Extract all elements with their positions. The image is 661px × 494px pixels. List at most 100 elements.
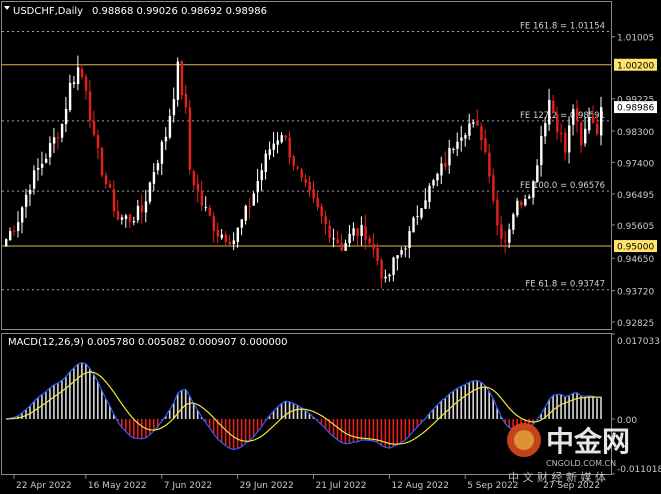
coin-logo-inner-icon (514, 430, 534, 450)
candle-body (436, 173, 439, 181)
candle-body (36, 167, 40, 170)
candle-body (416, 216, 419, 218)
candle-body (60, 124, 64, 138)
candle-body (512, 214, 515, 230)
watermark-logo-text: 中金网 (546, 425, 630, 458)
candle-body (440, 163, 443, 176)
candle-body (40, 163, 44, 168)
candle-body (176, 61, 180, 100)
price-tick-label: 0.98300 (617, 128, 654, 138)
candle-body (496, 199, 499, 226)
candle-body (220, 234, 224, 238)
candle-body (560, 132, 563, 134)
candle-body (300, 169, 303, 178)
candle-body (308, 181, 311, 191)
candle-body (192, 171, 196, 186)
price-tick-label: 0.97400 (617, 159, 654, 169)
candle-body (96, 135, 100, 149)
candle-body (256, 181, 259, 193)
macd-tick-label: -0.011018 (617, 465, 661, 475)
candle-body (548, 99, 551, 125)
candle-body (5, 239, 8, 247)
candle-body (456, 141, 459, 149)
price-tick-label: 0.95605 (617, 222, 654, 232)
candle-body (552, 100, 555, 114)
candle-body (128, 214, 132, 222)
candle-body (460, 137, 463, 141)
time-tick-label: 21 Jul 2022 (315, 481, 366, 491)
candle-body (564, 132, 567, 153)
macd-header-label: MACD(12,26,9) 0.005780 0.005082 0.000907… (8, 337, 288, 348)
candle-body (244, 205, 247, 221)
candle-body (140, 205, 144, 213)
candle-body (504, 240, 507, 242)
candle-body (44, 158, 48, 163)
time-tick-label: 29 Jun 2022 (240, 481, 294, 491)
candle-body (132, 220, 136, 223)
candle-body (56, 137, 60, 139)
candle-body (520, 202, 523, 206)
candle-body (500, 224, 503, 239)
candle-body (472, 122, 475, 124)
candle-body (200, 191, 204, 206)
candle-body (392, 257, 395, 276)
candle-body (72, 82, 76, 85)
candle-body (184, 93, 188, 108)
candle-body (348, 233, 351, 244)
candle-body (600, 107, 603, 136)
candle-body (52, 137, 56, 144)
candle-body (344, 243, 347, 251)
candle-body (28, 189, 32, 195)
candle-body (288, 137, 291, 158)
candle-body (364, 226, 367, 240)
candle-body (528, 196, 531, 199)
candle-body (120, 217, 124, 220)
candle-body (508, 229, 511, 243)
horizontal-level-tag-label: 1.00200 (617, 61, 654, 71)
candle-body (452, 148, 455, 150)
candle-body (64, 108, 68, 125)
candle-body (124, 215, 128, 219)
candle-body (332, 238, 335, 240)
candle-body (160, 141, 164, 164)
candle-body (8, 231, 12, 241)
fib-level-label: FE 161.8 = 1.01154 (520, 21, 605, 31)
candle-body (400, 250, 403, 255)
candle-body (152, 171, 156, 184)
candle-body (292, 156, 295, 166)
candle-body (432, 180, 435, 186)
candle-body (224, 234, 228, 243)
candle-body (444, 162, 447, 167)
candle-body (168, 115, 172, 138)
price-tick-label: 0.93720 (617, 288, 654, 298)
candle-body (276, 140, 279, 145)
time-tick-label: 16 May 2022 (88, 481, 147, 491)
candle-body (588, 117, 591, 131)
watermark-site: CNGOLD.COM.CN (546, 459, 616, 468)
candle-body (100, 147, 104, 176)
candle-body (480, 126, 483, 141)
candle-body (204, 207, 208, 209)
candle-body (196, 183, 200, 191)
candle-body (516, 200, 519, 216)
candle-body (540, 135, 543, 166)
candle-body (212, 216, 216, 231)
candle-body (108, 184, 112, 188)
candle-body (340, 243, 343, 251)
time-tick-label: 22 Apr 2022 (16, 481, 72, 491)
candle-body (188, 107, 192, 170)
macd-tick-label: 0.017033 (617, 337, 660, 347)
candle-body (252, 193, 255, 206)
candle-body (376, 248, 379, 261)
symbol-label: USDCHF,Daily (13, 6, 83, 17)
candle-body (88, 91, 92, 121)
candle-body (248, 206, 251, 208)
candle-body (16, 222, 20, 232)
candle-body (24, 194, 28, 207)
price-tick-label: 0.94650 (617, 255, 654, 265)
candle-body (476, 120, 479, 126)
candle-body (524, 198, 527, 206)
candle-body (536, 165, 539, 182)
horizontal-level-tag-label: 0.95000 (617, 243, 654, 253)
candle-body (412, 217, 415, 233)
